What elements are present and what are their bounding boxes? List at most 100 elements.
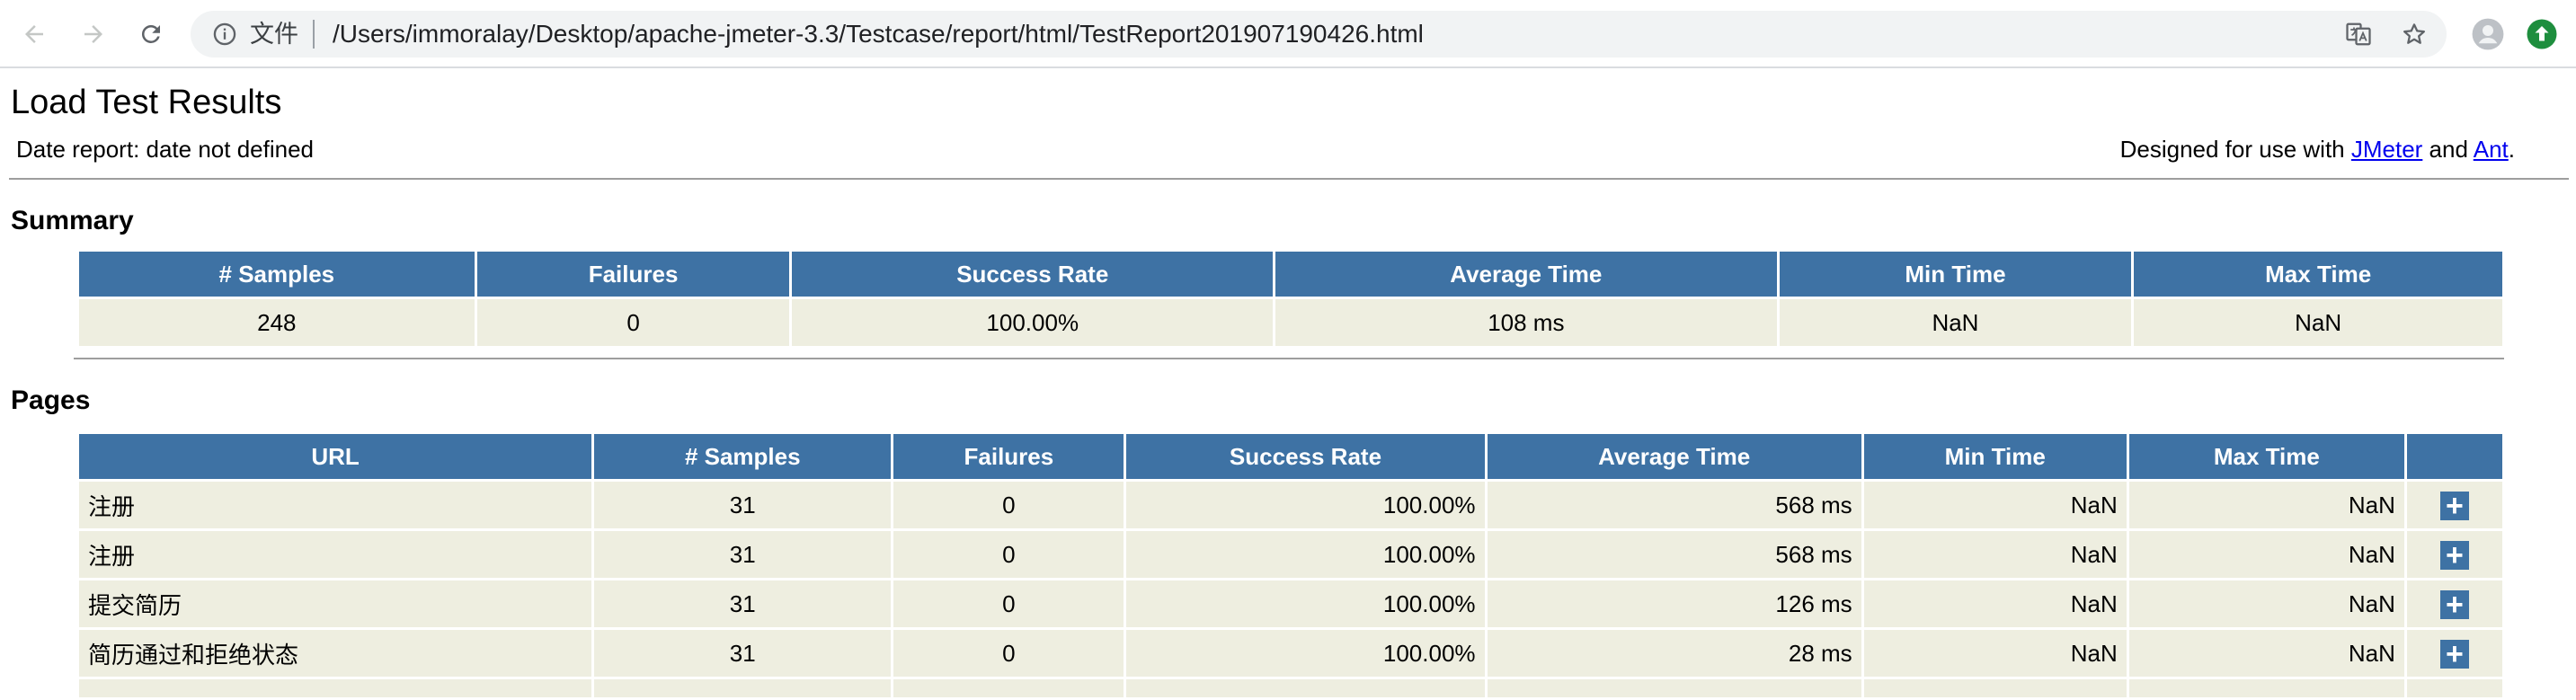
row-cell-empty: [893, 679, 1124, 697]
row-failures: 0: [893, 630, 1124, 677]
row-expand-cell: +: [2406, 531, 2502, 578]
summary-table: # Samples Failures Success Rate Average …: [76, 249, 2505, 349]
row-expand-cell: +: [2406, 482, 2502, 528]
summary-row: 248 0 100.00% 108 ms NaN NaN: [79, 299, 2502, 346]
row-max-time: NaN: [2128, 482, 2404, 528]
row-failures: 0: [893, 531, 1124, 578]
divider-middle: [74, 358, 2504, 359]
row-expand-cell: +: [2406, 630, 2502, 677]
period: .: [2508, 136, 2515, 163]
summary-col-average-time: Average Time: [1275, 252, 1777, 297]
row-samples: 31: [594, 531, 892, 578]
row-success-rate: 100.00%: [1126, 580, 1485, 627]
plus-icon[interactable]: +: [2439, 540, 2469, 571]
row-url: 注册: [79, 482, 592, 528]
pages-col-max-time: Max Time: [2128, 434, 2404, 479]
back-arrow-icon[interactable]: [16, 16, 52, 52]
pages-col-success-rate: Success Rate: [1126, 434, 1485, 479]
row-min-time: NaN: [1863, 531, 2127, 578]
summary-min-time: NaN: [1779, 299, 2132, 346]
pages-table: URL # Samples Failures Success Rate Aver…: [76, 431, 2505, 700]
update-icon[interactable]: [2524, 16, 2560, 52]
row-cell-empty: [2406, 679, 2502, 697]
row-max-time: NaN: [2128, 630, 2404, 677]
summary-success-rate: 100.00%: [792, 299, 1274, 346]
row-success-rate: 100.00%: [1126, 482, 1485, 528]
row-expand-cell: +: [2406, 580, 2502, 627]
row-cell-empty: [1487, 679, 1861, 697]
omnibox-divider: [313, 20, 315, 49]
jmeter-link[interactable]: JMeter: [2351, 136, 2422, 163]
page-title: Load Test Results: [11, 84, 282, 121]
summary-col-samples: # Samples: [79, 252, 475, 297]
row-cell-empty: [594, 679, 892, 697]
row-success-rate: 100.00%: [1126, 630, 1485, 677]
translate-icon[interactable]: [2342, 18, 2375, 50]
pages-col-samples: # Samples: [594, 434, 892, 479]
and-text: and: [2422, 136, 2474, 163]
url-text[interactable]: /Users/immoralay/Desktop/apache-jmeter-3…: [333, 19, 1424, 49]
table-row: 简历通过和拒绝状态 31 0 100.00% 28 ms NaN NaN +: [79, 630, 2502, 677]
row-failures: 0: [893, 482, 1124, 528]
row-average-time: 568 ms: [1487, 531, 1861, 578]
row-cell-empty: [79, 679, 592, 697]
summary-failures: 0: [476, 299, 790, 346]
divider-top: [9, 178, 2569, 180]
pages-col-url: URL: [79, 434, 592, 479]
pages-heading: Pages: [11, 385, 91, 415]
plus-icon[interactable]: +: [2439, 491, 2469, 521]
row-max-time: NaN: [2128, 531, 2404, 578]
summary-samples: 248: [79, 299, 475, 346]
summary-col-failures: Failures: [476, 252, 790, 297]
row-cell-empty: [1863, 679, 2127, 697]
row-cell-empty: [1126, 679, 1485, 697]
browser-toolbar: 文件 /Users/immoralay/Desktop/apache-jmete…: [0, 0, 2576, 68]
designed-for-note: Designed for use with JMeter and Ant.: [2120, 135, 2515, 164]
ant-link[interactable]: Ant: [2474, 136, 2509, 163]
row-average-time: 126 ms: [1487, 580, 1861, 627]
plus-icon[interactable]: +: [2439, 639, 2469, 669]
report-page: Load Test Results Date report: date not …: [0, 68, 2576, 699]
summary-col-success-rate: Success Rate: [792, 252, 1274, 297]
info-icon[interactable]: [209, 18, 241, 50]
row-cell-empty: [2128, 679, 2404, 697]
star-icon[interactable]: [2398, 18, 2430, 50]
row-min-time: NaN: [1863, 580, 2127, 627]
row-average-time: 568 ms: [1487, 482, 1861, 528]
row-url: 简历通过和拒绝状态: [79, 630, 592, 677]
row-min-time: NaN: [1863, 482, 2127, 528]
row-url: 注册: [79, 531, 592, 578]
pages-col-average-time: Average Time: [1487, 434, 1861, 479]
designed-prefix: Designed for use with: [2119, 136, 2351, 163]
pages-col-expand: [2406, 434, 2502, 479]
row-min-time: NaN: [1863, 630, 2127, 677]
summary-average-time: 108 ms: [1275, 299, 1777, 346]
table-row-partial: [79, 679, 2502, 697]
omnibox-file-label: 文件: [250, 21, 298, 48]
date-report: Date report: date not defined: [16, 136, 315, 163]
table-row: 提交简历 31 0 100.00% 126 ms NaN NaN +: [79, 580, 2502, 627]
row-average-time: 28 ms: [1487, 630, 1861, 677]
row-success-rate: 100.00%: [1126, 531, 1485, 578]
summary-heading: Summary: [11, 206, 134, 235]
summary-header-row: # Samples Failures Success Rate Average …: [79, 252, 2502, 297]
row-max-time: NaN: [2128, 580, 2404, 627]
summary-col-max-time: Max Time: [2134, 252, 2502, 297]
summary-max-time: NaN: [2134, 299, 2502, 346]
row-url: 提交简历: [79, 580, 592, 627]
address-bar[interactable]: 文件 /Users/immoralay/Desktop/apache-jmete…: [191, 11, 2447, 58]
pages-col-failures: Failures: [893, 434, 1124, 479]
summary-col-min-time: Min Time: [1779, 252, 2132, 297]
row-failures: 0: [893, 580, 1124, 627]
plus-icon[interactable]: +: [2439, 589, 2469, 620]
pages-header-row: URL # Samples Failures Success Rate Aver…: [79, 434, 2502, 479]
pages-col-min-time: Min Time: [1863, 434, 2127, 479]
table-row: 注册 31 0 100.00% 568 ms NaN NaN +: [79, 531, 2502, 578]
reload-icon[interactable]: [133, 16, 169, 52]
table-row: 注册 31 0 100.00% 568 ms NaN NaN +: [79, 482, 2502, 528]
forward-arrow-icon[interactable]: [76, 16, 111, 52]
avatar-icon[interactable]: [2470, 16, 2506, 52]
row-samples: 31: [594, 580, 892, 627]
row-samples: 31: [594, 630, 892, 677]
row-samples: 31: [594, 482, 892, 528]
